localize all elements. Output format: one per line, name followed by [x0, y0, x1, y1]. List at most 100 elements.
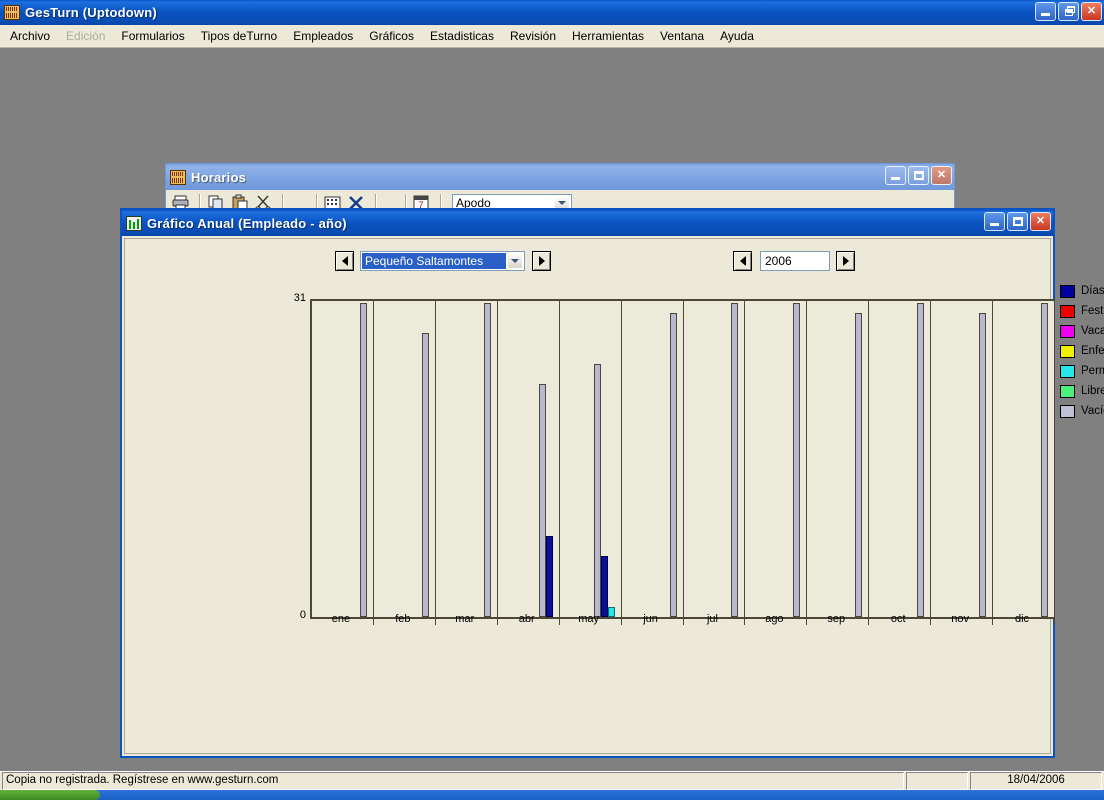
legend-item: Enfermedad — [1060, 341, 1104, 361]
close-icon: ✕ — [936, 169, 947, 181]
bar-nov-vacíos — [979, 313, 987, 617]
app-grid-icon — [4, 5, 20, 20]
x-axis-label-feb: feb — [395, 613, 411, 625]
app-grid-icon — [170, 169, 186, 185]
menu-empleados[interactable]: Empleados — [285, 27, 361, 45]
annual-chart: 31 0 Días trabajados Festivos Vacaciones En… — [135, 284, 1104, 707]
close-icon: ✕ — [1086, 5, 1097, 17]
menu-edicion: Edición — [66, 29, 106, 43]
legend-item: Vacaciones — [1060, 321, 1104, 341]
restore-button[interactable] — [1058, 2, 1079, 21]
close-icon: ✕ — [1035, 215, 1046, 227]
horarios-minimize-button[interactable] — [885, 166, 906, 185]
legend-item: Días trabajados — [1060, 281, 1104, 301]
legend-swatch-icon — [1060, 304, 1075, 318]
month-separator — [682, 301, 684, 625]
bar-ene-vacíos — [359, 303, 367, 617]
menu-formularios[interactable]: Formularios — [113, 27, 192, 45]
menu-revision[interactable]: Revisión — [502, 27, 564, 45]
bar-may-permisos — [607, 606, 615, 617]
employee-prev-button[interactable] — [335, 251, 354, 271]
x-axis-label-nov: nov — [951, 613, 969, 625]
grafico-window-buttons: ✕ — [984, 212, 1051, 231]
legend-swatch-icon — [1060, 404, 1075, 418]
bar-dic-vacíos — [1041, 303, 1048, 617]
legend-label: Permisos — [1081, 365, 1104, 377]
x-axis-label-may: may — [578, 613, 600, 625]
employee-combo[interactable]: Pequeño Saltamontes — [360, 251, 525, 271]
legend-label: Días trabajados — [1081, 285, 1104, 297]
menu-ventana[interactable]: Ventana — [652, 27, 712, 45]
month-separator — [620, 301, 622, 625]
start-button[interactable] — [0, 790, 100, 800]
legend-label: Vacíos — [1081, 405, 1104, 417]
legend-label: Enfermedad — [1081, 345, 1104, 357]
x-axis-label-mar: mar — [455, 613, 475, 625]
minimize-button[interactable] — [1035, 2, 1056, 21]
x-axis-label-jun: jun — [643, 613, 658, 625]
month-separator — [558, 301, 560, 625]
employee-combo-value: Pequeño Saltamontes — [362, 253, 506, 269]
legend-item: Permisos — [1060, 361, 1104, 381]
month-separator — [434, 301, 436, 625]
mdi-workarea: Horarios ✕ 7 Apodo Gráfico Anual (Emplea… — [0, 48, 1104, 774]
x-axis-label-ago: ago — [765, 613, 784, 625]
bar-jun-vacíos — [669, 313, 677, 617]
menu-tipos-de-turno[interactable]: Tipos deTurno — [193, 27, 285, 45]
legend-swatch-icon — [1060, 284, 1075, 298]
horarios-maximize-button[interactable] — [908, 166, 929, 185]
year-prev-button[interactable] — [733, 251, 752, 271]
x-axis-label-dic: dic — [1015, 613, 1030, 625]
app-title: GesTurn (Uptodown) — [25, 5, 157, 20]
x-axis-label-sep: sep — [827, 613, 846, 625]
legend-swatch-icon — [1060, 384, 1075, 398]
month-separator — [868, 301, 870, 625]
x-axis-label-abr: abr — [518, 613, 535, 625]
month-separator — [372, 301, 374, 625]
menu-archivo[interactable]: Archivo — [2, 27, 58, 45]
main-window-buttons: ✕ — [1035, 2, 1102, 21]
horarios-window-buttons: ✕ — [885, 166, 952, 185]
bar-sep-vacíos — [855, 313, 863, 617]
legend-label: Libres — [1081, 385, 1104, 397]
menu-estadisticas[interactable]: Estadisticas — [422, 27, 502, 45]
grafico-maximize-button[interactable] — [1007, 212, 1028, 231]
chevron-down-icon[interactable] — [507, 253, 523, 269]
bar-abr-días-trabajados — [545, 535, 553, 617]
bar-may-vacíos — [593, 363, 601, 617]
month-separator — [744, 301, 746, 625]
legend-label: Vacaciones — [1081, 325, 1104, 337]
menubar: Archivo Edición Formularios Tipos deTurn… — [0, 25, 1104, 48]
menu-graficos[interactable]: Gráficos — [361, 27, 422, 45]
y-axis-label-min: 0 — [299, 609, 306, 621]
taskbar — [0, 790, 1104, 800]
horarios-close-button[interactable]: ✕ — [931, 166, 952, 185]
year-field[interactable]: 2006 — [760, 251, 830, 271]
month-separator — [806, 301, 808, 625]
grafico-body: Pequeño Saltamontes 2006 31 0 Días traba… — [124, 238, 1104, 754]
menu-ayuda[interactable]: Ayuda — [712, 27, 762, 45]
main-titlebar: GesTurn (Uptodown) ✕ — [0, 0, 1104, 25]
grafico-titlebar: Gráfico Anual (Empleado - año) ✕ — [122, 210, 1053, 236]
bar-may-días-trabajados — [600, 556, 608, 617]
application-window: GesTurn (Uptodown) ✕ Archivo Edición For… — [0, 0, 1104, 800]
grafico-anual-window[interactable]: Gráfico Anual (Empleado - año) ✕ Pequeño… — [120, 208, 1104, 758]
month-separator — [1054, 301, 1055, 625]
statusbar: Copia no registrada. Regístrese en www.g… — [0, 771, 1104, 790]
grafico-minimize-button[interactable] — [984, 212, 1005, 231]
grafico-close-button[interactable]: ✕ — [1030, 212, 1051, 231]
selector-row: Pequeño Saltamontes 2006 — [125, 251, 1050, 275]
legend-item: Festivos — [1060, 301, 1104, 321]
grafico-title: Gráfico Anual (Empleado - año) — [147, 215, 347, 231]
bar-feb-vacíos — [421, 333, 429, 617]
employee-next-button[interactable] — [532, 251, 551, 271]
plot-area — [310, 299, 1055, 625]
legend-item: Libres — [1060, 381, 1104, 401]
menu-herramientas[interactable]: Herramientas — [564, 27, 652, 45]
close-button[interactable]: ✕ — [1081, 2, 1102, 21]
y-axis-label-max: 31 — [293, 292, 306, 304]
x-axis-label-ene: ene — [331, 613, 351, 625]
horarios-titlebar: Horarios ✕ — [166, 164, 954, 190]
chart-legend: Días trabajados Festivos Vacaciones Enferme… — [1060, 281, 1104, 421]
year-next-button[interactable] — [836, 251, 855, 271]
